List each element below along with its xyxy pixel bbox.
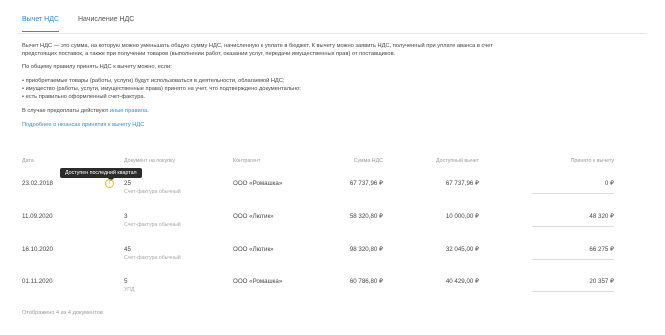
row-2-vat: 58 320,80 ₽ [349,213,383,220]
row-3-counterparty[interactable]: ООО «Лютик» [233,246,274,253]
row-3-input-underline [532,259,614,260]
row-4-input-underline [532,291,614,292]
col-header-accepted: Принято к вычету [570,158,614,164]
prepayment-prefix: В случае предоплаты действуют [22,108,110,114]
bullet-2: • имущество (работы, услуги, имущественн… [22,86,301,92]
row-2-doc-number: 3 [124,213,128,220]
warning-icon[interactable]: ! [105,179,114,188]
tabs-bar: Вычет НДС Начисление НДС [18,13,647,34]
row-4-accepted-input[interactable]: 20 357 ₽ [532,278,614,285]
row-4-vat: 60 786,80 ₽ [349,278,383,285]
prepayment-suffix: . [147,108,149,114]
col-header-document: Документ на покупку [124,158,176,164]
row-2-available: 10 000,00 ₽ [445,213,479,220]
documents-count: Отображено 4 из 4 документов [22,310,103,316]
row-1-doc-number: 25 [124,180,131,187]
row-3-doc-number: 45 [124,246,131,253]
row-1-date: 23.02.2018 [22,180,53,187]
row-4-doc-type: УПД [124,287,135,293]
rule-intro: По общему правилу принять НДС к вычету м… [22,64,172,70]
row-4-available: 40 429,00 ₽ [445,278,479,285]
other-rules-link[interactable]: иные правила [110,108,147,114]
row-2-date: 11.09.2020 [22,213,53,220]
bullet-1: • приобретаемые товары (работы, услуги) … [22,78,285,84]
row-3-accepted-input[interactable]: 66 275 ₽ [532,246,614,253]
row-1-vat: 67 737,96 ₽ [349,180,383,187]
row-3-doc-type: Счет-фактура обычный [124,255,181,261]
tab-vat-accrual[interactable]: Начисление НДС [78,16,134,23]
intro-line-1: Вычет НДС — это сумма, на которую можно … [22,43,493,49]
bullet-3: • есть правильно оформленный счет-фактур… [22,94,146,100]
row-4-date: 01.11.2020 [22,278,53,285]
tooltip-last-quarter: Доступен последний квартал [60,168,142,181]
col-header-available: Доступный вычет [436,158,479,164]
row-2-doc-type: Счет-фактура обычный [124,222,181,228]
tab-vat-deduction[interactable]: Вычет НДС [22,16,60,32]
row-1-accepted-input[interactable]: 0 ₽ [532,180,614,187]
col-header-counterparty: Контрагент [233,158,261,164]
row-3-date: 16.10.2020 [22,246,53,253]
prepayment-note: В случае предоплаты действуют иные прави… [22,107,149,115]
col-header-date: Дата [22,158,34,164]
row-3-available: 32 045,00 ₽ [445,246,479,253]
details-link[interactable]: Подробнее о нюансах принятия к вычету НД… [22,121,144,129]
row-4-counterparty[interactable]: ООО «Ромашка» [233,278,282,285]
row-2-counterparty[interactable]: ООО «Лютик» [233,213,274,220]
col-header-vat-sum: Сумма НДС [353,158,383,164]
row-1-counterparty[interactable]: ООО «Ромашка» [233,180,282,187]
row-4-doc-number: 5 [124,278,128,285]
row-1-available: 67 737,96 ₽ [445,180,479,187]
intro-line-2: предстоящих поставок, а также при получе… [22,51,396,57]
row-2-input-underline [532,226,614,227]
row-1-input-underline [532,193,614,194]
row-2-accepted-input[interactable]: 48 320 ₽ [532,213,614,220]
row-3-vat: 98 320,80 ₽ [349,246,383,253]
row-1-doc-type: Счет-фактура обычный [124,189,181,195]
